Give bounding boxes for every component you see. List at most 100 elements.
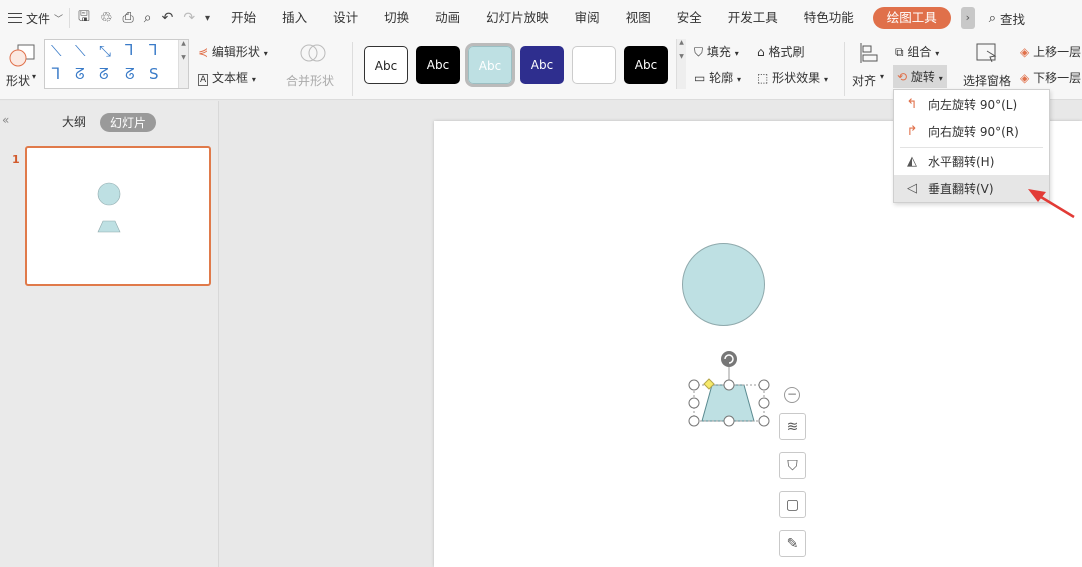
shape-effect-button[interactable]: ⬚ 形状效果 ▾ [757, 69, 828, 86]
resize-handle[interactable] [723, 415, 735, 427]
double-arrow-line-icon[interactable]: ⤡ [99, 42, 111, 60]
chevron-down-icon: ▾ [935, 49, 940, 58]
rotate-icon: ⟲ [897, 70, 908, 84]
layers-icon: ≋ [786, 419, 799, 435]
flip-horizontal-icon: ◭ [907, 154, 917, 169]
align-button[interactable]: 对齐 ▾ [852, 40, 890, 90]
collapse-toolbar-button[interactable]: − [784, 387, 800, 403]
rotate-button[interactable]: ⟲ 旋转 ▾ [893, 65, 947, 88]
collapse-panel-icon[interactable]: « [2, 113, 9, 127]
trapezoid-selection[interactable] [680, 345, 780, 435]
edit-shape-button[interactable]: ⋞ 编辑形状 ▾ [198, 43, 268, 60]
tab-home[interactable]: 开始 [218, 0, 269, 36]
circle-shape[interactable] [682, 243, 765, 326]
style-swatch-black-2[interactable]: Abc [624, 46, 668, 84]
curve-icon[interactable]: S [149, 65, 159, 83]
resize-handle[interactable] [758, 379, 770, 391]
menu-item-rotate-left[interactable]: ↰ 向左旋转 90°(L) [894, 91, 1049, 118]
menu-item-label: 向右旋转 90°(R) [928, 125, 1019, 139]
rotation-handle[interactable] [721, 351, 737, 367]
menu-item-label: 水平翻转(H) [928, 155, 995, 169]
text-box-button[interactable]: A 文本框 ▾ [198, 69, 256, 86]
print-preview-icon[interactable]: ⌕ [144, 10, 152, 26]
format-painter-icon[interactable]: ♲ [100, 10, 113, 26]
style-swatch-black[interactable]: Abc [416, 46, 460, 84]
resize-handle[interactable] [758, 415, 770, 427]
line-icon[interactable]: ⟍ [51, 42, 62, 60]
resize-handle[interactable] [688, 379, 700, 391]
resize-handle[interactable] [723, 379, 735, 391]
tab-slides[interactable]: 幻灯片 [100, 113, 157, 132]
shape-style-gallery[interactable]: Abc Abc Abc Abc Abc ▲ ▼ [358, 39, 686, 89]
quick-access-toolbar: 🖫 ♲ ⎙ ⌕ ↶ ↷ ▾ [69, 8, 218, 28]
menu-item-label: 向左旋转 90°(L) [928, 98, 1018, 112]
customize-icon[interactable]: ▾ [205, 13, 210, 24]
format-brush-button[interactable]: ⌂ 格式刷 [757, 43, 804, 60]
tab-drawing-tools[interactable]: 绘图工具 [872, 7, 951, 29]
text-box-icon: A [198, 74, 209, 86]
redo-icon[interactable]: ↷ [183, 10, 195, 26]
chevron-down-icon: ▾ [734, 49, 739, 58]
group-icon: ⧉ [895, 45, 904, 59]
text-box-label: 文本框 [212, 71, 249, 85]
resize-handle[interactable] [688, 397, 700, 409]
edit-shape-label: 编辑形状 [211, 45, 260, 59]
bring-forward-label: 上移一层 [1033, 45, 1082, 59]
tab-transition[interactable]: 切换 [371, 0, 422, 36]
tab-outline[interactable]: 大纲 [62, 113, 86, 130]
more-tabs-icon[interactable]: › [960, 7, 975, 29]
tab-developer[interactable]: 开发工具 [715, 0, 791, 36]
style-swatch-blank[interactable] [572, 46, 616, 84]
undo-icon[interactable]: ↶ [162, 10, 174, 26]
tab-features[interactable]: 特色功能 [791, 0, 867, 36]
search-label: 查找 [1000, 11, 1026, 27]
elbow-connector-icon[interactable]: ⅂ [125, 41, 133, 59]
tab-animation[interactable]: 动画 [422, 0, 473, 36]
style-swatch-navy[interactable]: Abc [520, 46, 564, 84]
file-menu[interactable]: 文件 ﹀ [0, 0, 69, 36]
search-button[interactable]: ⌕ 查找 [989, 9, 1025, 28]
tab-view[interactable]: 视图 [613, 0, 664, 36]
resize-handle[interactable] [688, 415, 700, 427]
curved-connector-icon[interactable]: ᘔ [75, 65, 85, 83]
bring-forward-button[interactable]: ◈ 上移一层 [1020, 43, 1081, 60]
curved-double-arrow-icon[interactable]: ᘔ [125, 65, 135, 83]
send-backward-button[interactable]: ◈ 下移一层 [1020, 69, 1081, 86]
layers-button[interactable]: ≋ [779, 413, 806, 440]
style-swatch-light-blue[interactable]: Abc [465, 43, 515, 87]
annotation-arrow [1028, 189, 1075, 219]
shape-outline-button[interactable]: ▢ [779, 491, 806, 518]
bring-forward-icon: ◈ [1020, 45, 1030, 59]
style-gallery-scrollbar[interactable]: ▲ ▼ [676, 39, 686, 89]
menu-item-flip-horizontal[interactable]: ◭ 水平翻转(H) [894, 148, 1049, 175]
outline-icon: ▢ [785, 497, 800, 513]
group-button[interactable]: ⧉ 组合 ▾ [895, 43, 939, 60]
align-label: 对齐 [852, 74, 877, 88]
outline-button[interactable]: ▭ 轮廓 ▾ [694, 69, 741, 86]
save-icon[interactable]: 🖫 [78, 6, 90, 30]
selection-pane-button[interactable]: 选择窗格 [962, 40, 1014, 90]
merge-shape-button[interactable]: 合并形状 [286, 40, 346, 90]
resize-handle[interactable] [758, 397, 770, 409]
arrow-line-icon[interactable]: ⟍ [75, 42, 86, 60]
brush-button[interactable]: ✎ [779, 530, 806, 557]
slide-thumbnail[interactable] [25, 146, 211, 286]
fill-button[interactable]: ⛉ 填充 ▾ [694, 43, 739, 60]
tab-design[interactable]: 设计 [320, 0, 371, 36]
shape-fill-button[interactable]: ⛉ [779, 452, 806, 479]
brush-icon: ✎ [786, 536, 799, 552]
edit-shape-icon: ⋞ [198, 45, 209, 59]
elbow-double-arrow-icon[interactable]: ᒣ [51, 65, 60, 83]
shape-button[interactable]: 形状 ▾ [6, 40, 40, 90]
tab-insert[interactable]: 插入 [269, 0, 320, 36]
menu-item-rotate-right[interactable]: ↱ 向右旋转 90°(R) [894, 118, 1049, 145]
tab-review[interactable]: 审阅 [562, 0, 613, 36]
tab-slideshow[interactable]: 幻灯片放映 [473, 0, 562, 36]
print-icon[interactable]: ⎙ [123, 10, 134, 26]
curved-arrow-connector-icon[interactable]: ᘔ [99, 65, 109, 83]
elbow-arrow-connector-icon[interactable]: ⅂ [149, 41, 157, 59]
style-swatch-white[interactable]: Abc [364, 46, 408, 84]
line-shape-gallery[interactable]: ⟍ ⟍ ⤡ ⅂ ⅂ ᒣ ᘔ ᘔ ᘔ S ▲ ▼ [44, 39, 189, 89]
tab-security[interactable]: 安全 [664, 0, 715, 36]
gallery-scrollbar[interactable]: ▲ ▼ [178, 40, 188, 88]
